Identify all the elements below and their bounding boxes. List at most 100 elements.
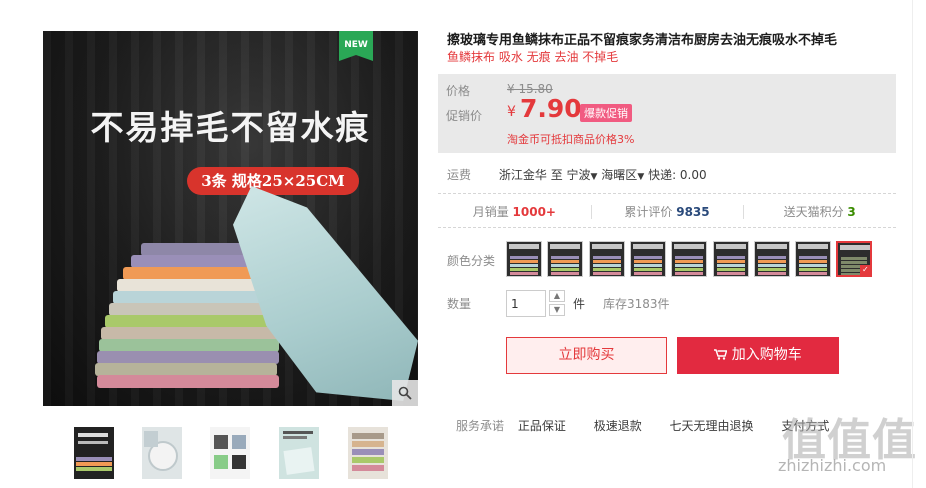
quantity-increase-button[interactable]: ▲ — [549, 290, 565, 302]
swatch-band — [633, 272, 662, 275]
watermark-url: zhizhizhi.com — [778, 456, 887, 475]
chevron-down-icon: ▼ — [637, 172, 645, 182]
swatch-band — [592, 260, 621, 263]
city-label: 宁波 — [566, 168, 591, 182]
sales-stats: 月销量 1000+ 累计评价 9835 送天猫积分 3 — [438, 195, 896, 227]
service-item[interactable]: 七天无理由退换 — [670, 419, 754, 433]
color-swatch[interactable] — [712, 241, 749, 277]
swatch-caption — [591, 244, 622, 249]
points-value: 3 — [847, 204, 856, 219]
quantity-unit: 件 — [573, 297, 586, 311]
service-label: 服务承诺 — [456, 419, 505, 433]
swatch-band — [716, 260, 745, 263]
service-item[interactable]: 极速退款 — [594, 419, 642, 433]
buy-now-button[interactable]: 立即购买 — [506, 337, 667, 374]
swatch-band — [633, 260, 662, 263]
quantity-decrease-button[interactable]: ▼ — [549, 304, 565, 316]
swatch-band — [799, 256, 828, 259]
swatch-band — [551, 272, 580, 275]
thumbnail-5[interactable] — [348, 427, 388, 479]
tmall-points: 送天猫积分 3 — [743, 203, 896, 220]
swatch-band — [592, 264, 621, 267]
currency-symbol: ¥ — [507, 104, 516, 120]
shipping-row: 运费 浙江金华 至 宁波▼ 海曙区▼ 快递: 0.00 — [447, 166, 707, 183]
ship-city-select[interactable]: 宁波▼ — [567, 168, 598, 182]
monthly-sales-label: 月销量 — [472, 204, 509, 219]
divider — [438, 193, 896, 194]
monthly-sales: 月销量 1000+ — [438, 203, 591, 220]
swatch-band — [510, 260, 538, 263]
magnifier-icon[interactable] — [392, 380, 418, 406]
shipping-label: 运费 — [447, 168, 472, 182]
thumbnail-2[interactable] — [142, 427, 182, 479]
spec-badge: 3条 规格25×25CM — [187, 167, 359, 195]
quantity-label: 数量 — [447, 297, 472, 311]
color-swatch[interactable] — [671, 241, 708, 277]
shipping-fee: 快递: 0.00 — [648, 168, 707, 182]
color-swatch[interactable] — [588, 241, 625, 277]
swatch-band — [757, 272, 786, 275]
color-swatch[interactable] — [753, 241, 790, 277]
ship-from: 浙江金华 — [498, 168, 547, 182]
swatch-band — [841, 257, 868, 260]
swatch-band — [675, 260, 704, 263]
main-product-image[interactable]: NEW 不易掉毛不留水痕 3条 规格25×25CM — [43, 31, 418, 406]
promo-price-label: 促销价 — [446, 109, 483, 123]
thumbnail-4[interactable] — [279, 427, 319, 479]
swatch-band — [510, 256, 538, 259]
swatch-band — [633, 268, 662, 271]
color-swatch[interactable] — [547, 241, 584, 277]
price-panel: 价格 ¥ 15.80 促销价 ¥ 7.90 爆款促销 淘金币可抵扣商品价格3% — [438, 74, 896, 153]
swatch-band — [633, 256, 662, 259]
color-swatch[interactable]: ✓ — [836, 241, 873, 277]
swatch-band — [551, 268, 580, 271]
swatch-caption — [840, 245, 871, 250]
add-to-cart-button[interactable]: 加入购物车 — [677, 337, 839, 374]
swatch-band — [675, 268, 704, 271]
swatch-band — [510, 272, 538, 275]
coin-discount-note: 淘金币可抵扣商品价格3% — [507, 133, 635, 146]
swatch-caption — [509, 244, 539, 249]
swatch-band — [757, 264, 786, 267]
swatch-band — [510, 268, 538, 271]
swatch-band — [716, 268, 745, 271]
reviews-label: 累计评价 — [624, 204, 673, 219]
thumbnail-3[interactable] — [210, 427, 250, 479]
stock-count: 库存3183件 — [603, 297, 670, 311]
color-swatch[interactable] — [506, 241, 542, 277]
color-label: 颜色分类 — [447, 254, 496, 268]
ship-to-word: 至 — [550, 168, 563, 182]
monthly-sales-value: 1000+ — [512, 204, 556, 219]
swatch-band — [716, 272, 745, 275]
cart-icon — [714, 347, 731, 363]
swatch-band — [551, 264, 580, 267]
color-swatch[interactable] — [795, 241, 832, 277]
color-swatch[interactable] — [629, 241, 666, 277]
swatch-band — [592, 272, 621, 275]
reviews-value: 9835 — [676, 204, 710, 219]
total-reviews[interactable]: 累计评价 9835 — [590, 203, 744, 220]
swatch-band — [675, 256, 704, 259]
product-title: 擦玻璃专用鱼鳞抹布正品不留痕家务清洁布厨房去油无痕吸水不掉毛 — [447, 33, 838, 48]
swatch-band — [799, 268, 828, 271]
swatch-caption — [756, 244, 787, 249]
swatch-band — [551, 256, 580, 259]
check-icon: ✓ — [860, 265, 871, 275]
swatch-band — [592, 256, 621, 259]
swatch-band — [510, 264, 538, 267]
swatch-band — [675, 272, 704, 275]
ship-district-select[interactable]: 海曙区▼ — [601, 168, 644, 182]
swatch-band — [841, 261, 868, 264]
swatch-band — [716, 264, 745, 267]
swatch-band — [799, 264, 828, 267]
service-item[interactable]: 正品保证 — [518, 419, 566, 433]
swatch-band — [757, 260, 786, 263]
swatch-band — [633, 264, 662, 267]
product-subtitle: 鱼鳞抹布 吸水 无痕 去油 不掉毛 — [447, 50, 619, 64]
divider — [438, 227, 896, 228]
district-label: 海曙区 — [601, 168, 638, 182]
points-label: 送天猫积分 — [783, 204, 844, 219]
thumbnail-1[interactable] — [74, 427, 114, 479]
quantity-input[interactable] — [506, 290, 546, 317]
swatch-band — [757, 256, 786, 259]
